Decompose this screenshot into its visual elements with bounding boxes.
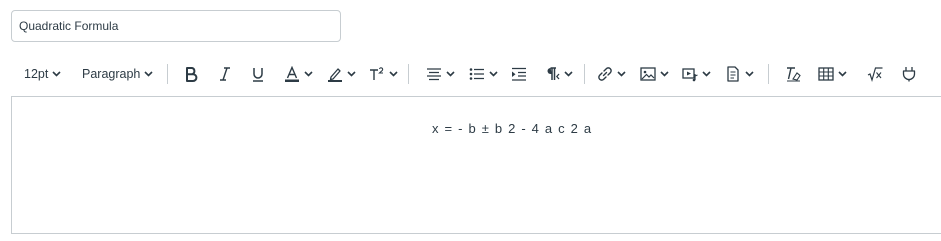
chevron-down-icon bbox=[144, 71, 153, 77]
rich-content-editor[interactable]: x = - b ± b 2 - 4 a c 2 a bbox=[11, 96, 941, 234]
equation-text: x = - b ± b 2 - 4 a c 2 a bbox=[432, 121, 593, 136]
chevron-down-icon bbox=[389, 71, 398, 77]
editor-toolbar: 12pt Paragraph bbox=[12, 58, 941, 90]
block-format-dropdown[interactable]: Paragraph bbox=[82, 58, 153, 90]
apps-icon bbox=[902, 67, 916, 82]
equation-icon bbox=[867, 67, 883, 82]
superscript-button[interactable] bbox=[369, 58, 398, 90]
clear-formatting-icon bbox=[787, 67, 801, 82]
text-color-icon bbox=[285, 66, 299, 82]
link-button[interactable] bbox=[597, 58, 626, 90]
toolbar-separator bbox=[167, 64, 168, 84]
indent-button[interactable] bbox=[511, 58, 527, 90]
equation-button[interactable] bbox=[867, 58, 883, 90]
apps-button[interactable] bbox=[901, 58, 917, 90]
image-button[interactable] bbox=[640, 58, 669, 90]
underline-button[interactable] bbox=[250, 58, 266, 90]
table-icon bbox=[818, 67, 834, 81]
media-icon bbox=[682, 68, 698, 82]
toolbar-separator bbox=[768, 64, 769, 84]
bold-button[interactable] bbox=[183, 58, 199, 90]
align-button[interactable] bbox=[426, 58, 455, 90]
font-size-dropdown[interactable]: 12pt bbox=[24, 58, 61, 90]
underline-icon bbox=[253, 68, 263, 82]
indent-icon bbox=[512, 67, 526, 81]
block-format-label: Paragraph bbox=[82, 67, 141, 81]
text-direction-icon bbox=[547, 67, 560, 80]
chevron-down-icon bbox=[660, 71, 669, 77]
chevron-down-icon bbox=[489, 71, 498, 77]
chevron-down-icon bbox=[347, 71, 356, 77]
text-direction-button[interactable] bbox=[544, 58, 573, 90]
chevron-down-icon bbox=[304, 71, 313, 77]
toolbar-separator bbox=[584, 64, 585, 84]
font-size-label: 12pt bbox=[24, 67, 49, 81]
link-icon bbox=[598, 67, 612, 81]
text-color-button[interactable] bbox=[284, 58, 313, 90]
document-button[interactable] bbox=[725, 58, 754, 90]
align-icon bbox=[427, 68, 441, 81]
chevron-down-icon bbox=[702, 71, 711, 77]
chevron-down-icon bbox=[838, 71, 847, 77]
table-button[interactable] bbox=[818, 58, 847, 90]
italic-button[interactable] bbox=[217, 58, 233, 90]
highlight-color-icon bbox=[328, 68, 342, 82]
title-input[interactable] bbox=[11, 10, 341, 42]
document-icon bbox=[727, 66, 739, 82]
italic-icon bbox=[220, 67, 230, 81]
chevron-down-icon bbox=[52, 71, 61, 77]
bold-icon bbox=[186, 67, 198, 82]
media-button[interactable] bbox=[682, 58, 711, 90]
toolbar-separator bbox=[408, 64, 409, 84]
highlight-color-button[interactable] bbox=[327, 58, 356, 90]
image-icon bbox=[640, 67, 656, 81]
superscript-icon bbox=[370, 67, 384, 80]
clear-formatting-button[interactable] bbox=[785, 58, 801, 90]
bulleted-list-icon bbox=[469, 68, 484, 80]
chevron-down-icon bbox=[446, 71, 455, 77]
chevron-down-icon bbox=[745, 71, 754, 77]
bulleted-list-button[interactable] bbox=[469, 58, 498, 90]
chevron-down-icon bbox=[564, 71, 573, 77]
chevron-down-icon bbox=[617, 71, 626, 77]
